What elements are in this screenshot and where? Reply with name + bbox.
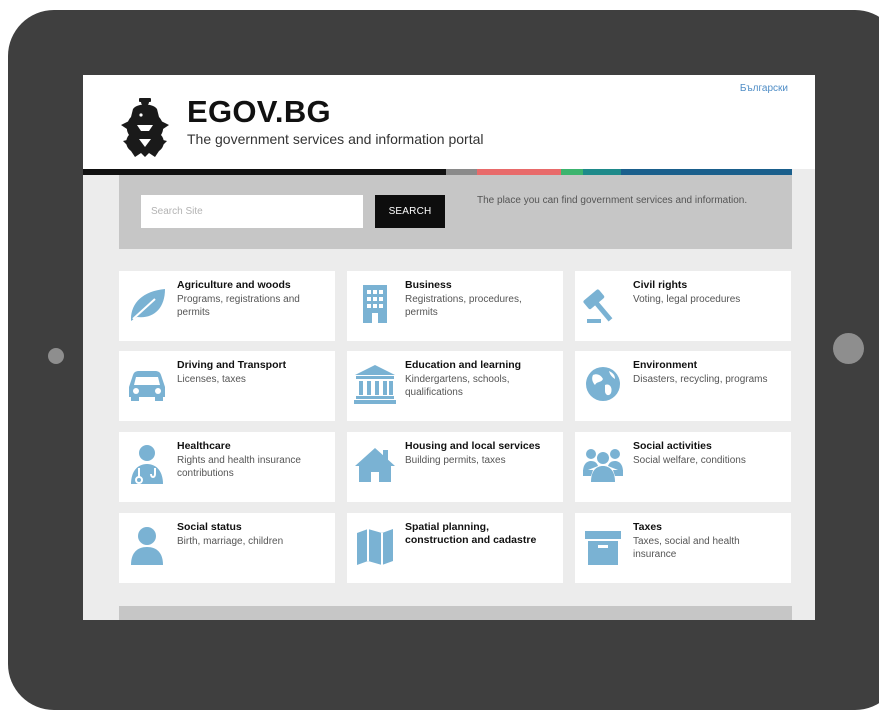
- category-tile-agriculture[interactable]: Agriculture and woods Programs, registra…: [119, 271, 335, 341]
- car-icon: [125, 363, 169, 405]
- category-tile-education[interactable]: Education and learning Kindergartens, sc…: [347, 351, 563, 421]
- search-input[interactable]: [141, 195, 363, 228]
- category-title: Housing and local services: [405, 440, 541, 452]
- map-icon: [353, 525, 397, 567]
- category-tile-housing[interactable]: Housing and local services Building perm…: [347, 432, 563, 502]
- category-description: Kindergartens, schools, qualifications: [405, 374, 510, 398]
- category-tile-business[interactable]: Business Registrations, procedures, perm…: [347, 271, 563, 341]
- category-description: Social welfare, conditions: [633, 455, 746, 466]
- browser-screen: Български EGOV.BG The government service…: [83, 75, 815, 620]
- category-description: Voting, legal procedures: [633, 294, 741, 305]
- category-title: Driving and Transport: [177, 359, 287, 371]
- leaf-icon: [125, 283, 169, 325]
- language-switch-link[interactable]: Български: [740, 83, 788, 94]
- category-description: Licenses, taxes: [177, 374, 246, 385]
- search-button[interactable]: SEARCH: [375, 195, 445, 228]
- category-title: Civil rights: [633, 279, 688, 291]
- category-title: Spatial planning, construction and cadas…: [405, 521, 537, 546]
- archive-box-icon: [581, 525, 625, 567]
- category-tile-driving[interactable]: Driving and Transport Licenses, taxes: [119, 351, 335, 421]
- category-title: Environment: [633, 359, 698, 371]
- category-tile-environment[interactable]: Environment Disasters, recycling, progra…: [575, 351, 791, 421]
- category-title: Agriculture and woods: [177, 279, 291, 291]
- house-icon: [353, 444, 397, 486]
- office-building-icon: [353, 283, 397, 325]
- gavel-icon: [581, 283, 625, 325]
- person-icon: [125, 525, 169, 567]
- category-description: Programs, registrations and permits: [177, 294, 300, 318]
- category-description: Registrations, procedures, permits: [405, 294, 522, 318]
- category-tile-spatial-planning[interactable]: Spatial planning, construction and cadas…: [347, 513, 563, 583]
- site-title: EGOV.BG: [187, 94, 331, 129]
- category-title: Healthcare: [177, 440, 231, 452]
- site-subtitle: The government services and information …: [187, 131, 484, 147]
- category-title: Taxes: [633, 521, 662, 533]
- category-title: Social status: [177, 521, 242, 533]
- category-description: Disasters, recycling, programs: [633, 374, 768, 385]
- camera-dot: [48, 348, 64, 364]
- category-tile-taxes[interactable]: Taxes Taxes, social and health insurance: [575, 513, 791, 583]
- category-title: Education and learning: [405, 359, 522, 371]
- search-banner: SEARCH The place you can find government…: [119, 175, 792, 249]
- home-button[interactable]: [833, 333, 864, 364]
- footer-band: [119, 606, 792, 620]
- category-tile-civil-rights[interactable]: Civil rights Voting, legal procedures: [575, 271, 791, 341]
- category-description: Building permits, taxes: [405, 455, 506, 466]
- category-title: Business: [405, 279, 452, 291]
- site-header: Български EGOV.BG The government service…: [83, 75, 815, 169]
- category-description: Birth, marriage, children: [177, 536, 284, 547]
- coat-of-arms-lion-icon: [121, 98, 169, 157]
- category-tile-healthcare[interactable]: Healthcare Rights and health insurance c…: [119, 432, 335, 502]
- doctor-icon: [125, 444, 169, 486]
- people-group-icon: [581, 444, 625, 486]
- category-tile-social-status[interactable]: Social status Birth, marriage, children: [119, 513, 335, 583]
- search-tagline: The place you can find government servic…: [477, 195, 748, 206]
- institution-icon: [353, 363, 397, 405]
- globe-icon: [581, 363, 625, 405]
- category-title: Social activities: [633, 440, 712, 452]
- category-description: Taxes, social and health insurance: [633, 536, 740, 560]
- category-description: Rights and health insurance contribution…: [177, 455, 301, 479]
- category-tile-social-activities[interactable]: Social activities Social welfare, condit…: [575, 432, 791, 502]
